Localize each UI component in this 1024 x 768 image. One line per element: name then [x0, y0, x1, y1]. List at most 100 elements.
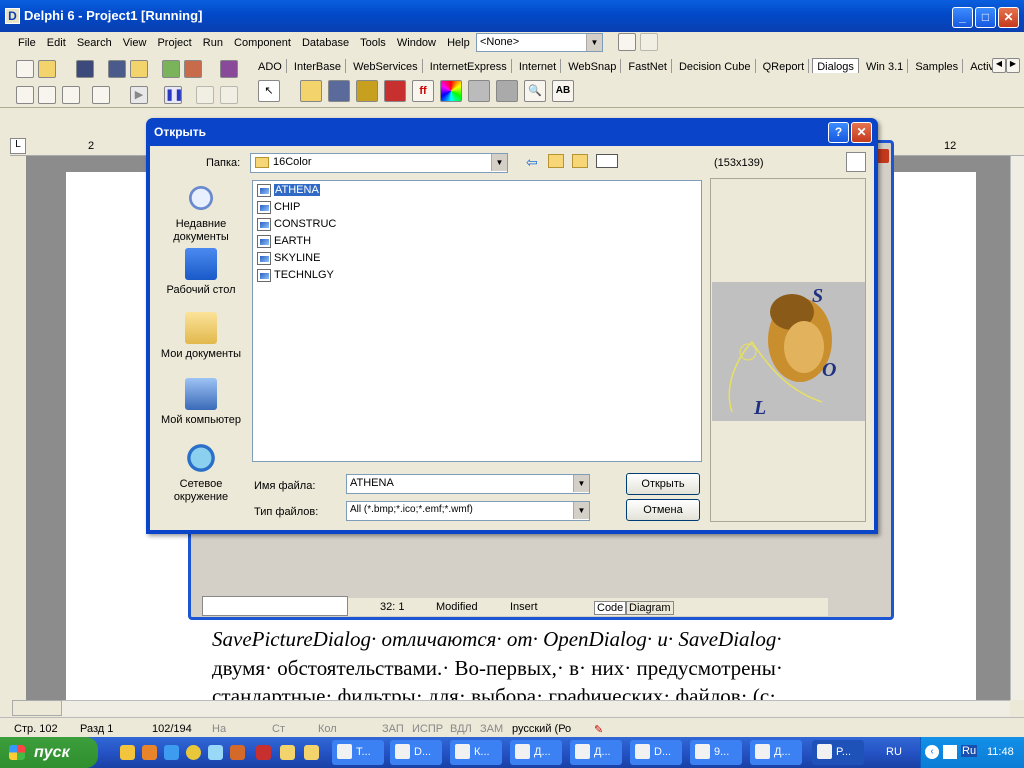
- new-form-icon[interactable]: [92, 86, 110, 104]
- tab-websnap[interactable]: WebSnap: [564, 59, 622, 73]
- tab-diagram[interactable]: Diagram: [626, 601, 674, 615]
- folder-combo[interactable]: 16Color ▼: [250, 153, 508, 173]
- open-project-icon[interactable]: [130, 60, 148, 78]
- help-book-icon[interactable]: [220, 60, 238, 78]
- chevron-down-icon[interactable]: ▼: [573, 475, 589, 492]
- save-dialog-component-icon[interactable]: [328, 80, 350, 102]
- tab-fastnet[interactable]: FastNet: [624, 59, 672, 73]
- component-combo[interactable]: <None> ▼: [476, 33, 603, 52]
- task-button[interactable]: К...: [450, 740, 502, 765]
- quick-launch-icon[interactable]: [120, 745, 135, 760]
- word-vertical-scrollbar[interactable]: [1010, 156, 1024, 700]
- new-icon[interactable]: [16, 60, 34, 78]
- tab-qreport[interactable]: QReport: [759, 59, 810, 73]
- save-icon[interactable]: [76, 60, 94, 78]
- tab-internetexpress[interactable]: InternetExpress: [426, 59, 512, 73]
- filename-field[interactable]: ATHENA ▼: [346, 474, 590, 494]
- menu-run[interactable]: Run: [199, 34, 227, 49]
- chevron-down-icon[interactable]: ▼: [573, 502, 589, 519]
- open-button[interactable]: Открыть: [626, 473, 700, 495]
- document-line-3[interactable]: стандартные· фильтры· для· выбора· графи…: [212, 684, 776, 700]
- quick-launch-icon[interactable]: [304, 745, 319, 760]
- tab-dialogs[interactable]: Dialogs: [812, 58, 859, 73]
- run-icon[interactable]: ▶: [130, 86, 148, 104]
- open-icon[interactable]: [38, 60, 56, 78]
- pointer-icon[interactable]: ↖: [258, 80, 280, 102]
- keyboard-layout[interactable]: Ru: [961, 745, 978, 757]
- print-dialog-icon[interactable]: [468, 80, 490, 102]
- start-button[interactable]: пуск: [0, 737, 98, 768]
- place-my-computer[interactable]: Мой компьютер: [156, 378, 246, 427]
- menu-component[interactable]: Component: [230, 34, 295, 49]
- task-button[interactable]: Д...: [570, 740, 622, 765]
- remove-file-icon[interactable]: [184, 60, 202, 78]
- tab-win31[interactable]: Win 3.1: [862, 59, 909, 73]
- menu-window[interactable]: Window: [393, 34, 440, 49]
- place-recent[interactable]: Недавние документы: [156, 182, 246, 244]
- internet-explorer-icon[interactable]: [164, 745, 179, 760]
- chevron-down-icon[interactable]: ▼: [491, 154, 507, 171]
- place-desktop[interactable]: Рабочий стол: [156, 248, 246, 297]
- palette-scroll-right[interactable]: ▶: [1006, 58, 1020, 73]
- view-buttons[interactable]: [12, 700, 62, 716]
- replace-dialog-icon[interactable]: AB: [552, 80, 574, 102]
- view-unit-icon[interactable]: [16, 86, 34, 104]
- back-icon[interactable]: ⇦: [526, 154, 538, 171]
- task-button[interactable]: Д...: [510, 740, 562, 765]
- tab-samples[interactable]: Samples: [911, 59, 964, 73]
- file-item[interactable]: ATHENA: [257, 183, 320, 198]
- dialog-close-button[interactable]: ✕: [851, 122, 872, 143]
- menu-edit[interactable]: Edit: [43, 34, 70, 49]
- task-button[interactable]: 9...: [690, 740, 742, 765]
- chevron-down-icon[interactable]: ▼: [586, 34, 602, 51]
- preview-toggle-icon[interactable]: [846, 152, 866, 172]
- find-dialog-icon[interactable]: 🔍: [524, 80, 546, 102]
- save-all-icon[interactable]: [108, 60, 126, 78]
- cancel-button[interactable]: Отмена: [626, 499, 700, 521]
- place-my-documents[interactable]: Мои документы: [156, 312, 246, 361]
- quick-launch-icon[interactable]: [142, 745, 157, 760]
- task-button[interactable]: D...: [630, 740, 682, 765]
- palette-scroll-left[interactable]: ◀: [992, 58, 1006, 73]
- tray-expand-icon[interactable]: ‹: [925, 745, 939, 759]
- quick-launch-icon[interactable]: [186, 745, 201, 760]
- menu-file[interactable]: File: [14, 34, 40, 49]
- menu-search[interactable]: Search: [73, 34, 116, 49]
- toolbar-button-a[interactable]: [618, 33, 636, 51]
- font-dialog-icon[interactable]: ff: [412, 80, 434, 102]
- file-item[interactable]: SKYLINE: [257, 251, 320, 266]
- save-picture-dialog-icon[interactable]: [384, 80, 406, 102]
- quick-launch-icon[interactable]: [280, 745, 295, 760]
- menu-tools[interactable]: Tools: [356, 34, 390, 49]
- tab-webservices[interactable]: WebServices: [349, 59, 423, 73]
- maximize-button[interactable]: □: [975, 7, 996, 28]
- place-network[interactable]: Сетевое окружение: [156, 442, 246, 504]
- tab-interbase[interactable]: InterBase: [290, 59, 346, 73]
- tab-internet[interactable]: Internet: [515, 59, 562, 73]
- file-item[interactable]: CONSTRUC: [257, 217, 336, 232]
- color-dialog-icon[interactable]: [440, 80, 462, 102]
- toolbar-button-b[interactable]: [640, 33, 658, 51]
- new-folder-icon[interactable]: [572, 154, 588, 168]
- add-file-icon[interactable]: [162, 60, 180, 78]
- file-item[interactable]: EARTH: [257, 234, 311, 249]
- menu-view[interactable]: View: [119, 34, 151, 49]
- document-line-1[interactable]: SavePictureDialog· отличаются· от· OpenD…: [212, 627, 782, 652]
- word-horizontal-scrollbar[interactable]: [62, 700, 1010, 716]
- clock[interactable]: 11:48: [987, 746, 1014, 758]
- close-button[interactable]: ✕: [998, 7, 1019, 28]
- language-indicator[interactable]: RU: [886, 746, 902, 758]
- view-menu-icon[interactable]: [596, 154, 618, 168]
- dialog-help-button[interactable]: ?: [828, 122, 849, 143]
- view-form-icon[interactable]: [38, 86, 56, 104]
- file-item[interactable]: CHIP: [257, 200, 300, 215]
- document-line-2[interactable]: двумя· обстоятельствами.· Во-первых,· в·…: [212, 656, 783, 681]
- quick-launch-icon[interactable]: [208, 745, 223, 760]
- tab-decision-cube[interactable]: Decision Cube: [675, 59, 756, 73]
- open-picture-dialog-icon[interactable]: [356, 80, 378, 102]
- toggle-form-icon[interactable]: [62, 86, 80, 104]
- pause-icon[interactable]: ❚❚: [164, 86, 183, 104]
- task-button[interactable]: D...: [390, 740, 442, 765]
- quick-launch-icon[interactable]: [230, 745, 245, 760]
- filetype-select[interactable]: All (*.bmp;*.ico;*.emf;*.wmf) ▼: [346, 501, 590, 521]
